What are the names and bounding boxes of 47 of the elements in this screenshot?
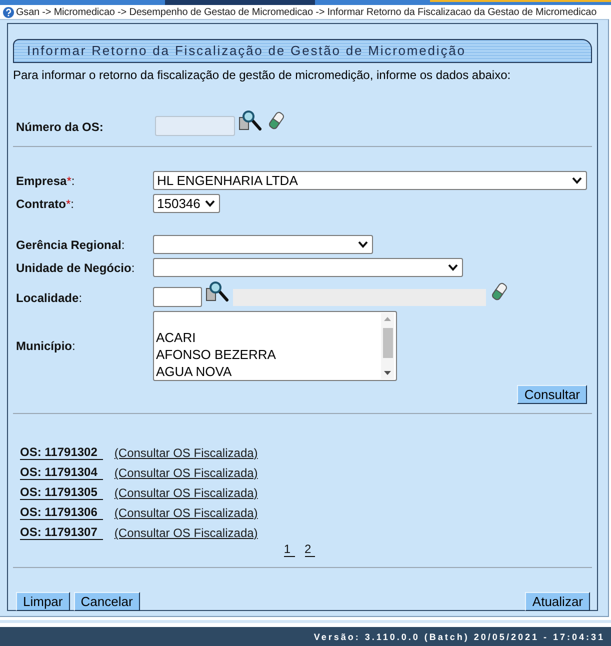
chevron-down-icon[interactable] xyxy=(205,200,215,207)
consult-link[interactable]: (Consultar OS Fiscalizada) xyxy=(114,526,258,540)
field-label: Empresa*: xyxy=(16,174,75,188)
consult-link[interactable]: (Consultar OS Fiscalizada) xyxy=(114,506,258,520)
input-field[interactable] xyxy=(155,116,235,136)
action-button[interactable]: Limpar xyxy=(16,592,70,611)
list-option[interactable]: AFONSO BEZERRA xyxy=(156,346,381,363)
consult-link[interactable]: (Consultar OS Fiscalizada) xyxy=(114,466,258,480)
search-icon[interactable] xyxy=(205,281,229,302)
help-icon[interactable] xyxy=(3,6,14,18)
input-field[interactable] xyxy=(153,287,202,307)
scrollbar[interactable] xyxy=(381,313,394,379)
field-label: Número da OS: xyxy=(16,120,104,134)
list-box[interactable]: ACARI AFONSO BEZERRA AGUA NOVA xyxy=(153,311,397,381)
scroll-down-icon[interactable] xyxy=(384,371,391,375)
action-button[interactable]: Consultar xyxy=(517,385,587,404)
dropdown[interactable]: HL ENGENHARIA LTDA xyxy=(153,171,587,190)
list-option[interactable]: AGUA NOVA xyxy=(156,363,381,380)
search-icon[interactable] xyxy=(238,110,262,131)
chevron-down-icon[interactable] xyxy=(572,177,582,184)
consult-link[interactable]: (Consultar OS Fiscalizada) xyxy=(114,486,258,500)
action-button[interactable]: Cancelar xyxy=(74,592,140,611)
chevron-down-icon[interactable] xyxy=(448,264,458,271)
chevron-down-icon[interactable] xyxy=(358,241,368,248)
action-button[interactable]: Atualizar xyxy=(525,592,590,611)
os-number-link[interactable]: OS: 11791302 xyxy=(20,446,104,460)
instructions: Para informar o retorno da fiscalização de gestão de micromedição, informe os dados abaixo: xyxy=(13,68,511,82)
field-label: Gerência Regional: xyxy=(16,238,125,252)
field-label: Contrato*: xyxy=(16,196,74,210)
os-number-link[interactable]: OS: 11791304 xyxy=(20,466,104,480)
field-label: Unidade de Negócio: xyxy=(16,260,135,274)
os-number-link[interactable]: OS: 11791306 xyxy=(20,506,104,520)
field-label: Localidade: xyxy=(16,291,82,305)
dropdown[interactable] xyxy=(153,258,463,277)
os-number-link[interactable]: OS: 11791307 xyxy=(20,526,104,540)
dropdown[interactable]: 150346 xyxy=(153,194,220,213)
consult-link[interactable]: (Consultar OS Fiscalizada) xyxy=(114,446,258,460)
scrollbar-thumb[interactable] xyxy=(382,328,392,358)
version-text: Versão: 3.110.0.0 (Batch) 20/05/2021 - 17:04:31 xyxy=(314,631,605,643)
field-label: Município: xyxy=(16,339,76,353)
dropdown[interactable] xyxy=(153,235,373,254)
list-option[interactable]: ACARI xyxy=(156,329,381,346)
page-link[interactable]: 1 xyxy=(284,543,294,557)
breadcrumb: Gsan -> Micromedicao -> Desempenho de Gestao de Micromedicao -> Informar Retorno da Fiscalizacao da Gestao de Micromedicao xyxy=(16,6,597,18)
page-link[interactable]: 2 xyxy=(304,543,316,557)
os-number-link[interactable]: OS: 11791305 xyxy=(20,486,104,500)
title-bar: Informar Retorno da Fiscalização de Gestão de Micromedição xyxy=(13,39,592,63)
